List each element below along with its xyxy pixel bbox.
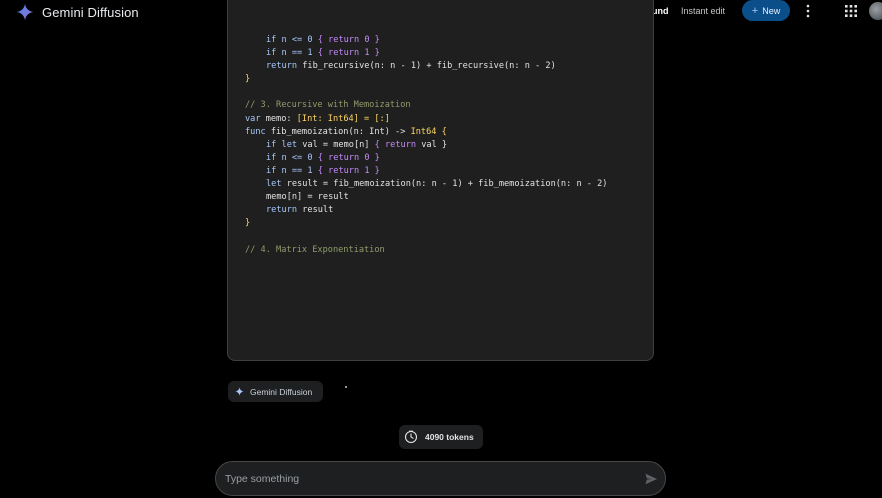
code-token: // 3. Recursive with Memoization [245, 100, 411, 111]
code-token: { return 1 } [317, 165, 380, 176]
nav-instant-edit[interactable]: Instant edit [681, 6, 725, 16]
plus-icon: + [751, 4, 759, 17]
cursor-dot [345, 386, 347, 388]
code-token: fib_memoization(n: Int) -> [270, 126, 411, 137]
code-block: if n <= 0 { return 0 } if n == 1 { return… [245, 34, 607, 257]
code-token: var [245, 113, 266, 124]
code-line: return result [245, 204, 607, 217]
new-button-label: New [762, 5, 781, 16]
code-token: result = fib_memoization(n: n - 1) + fib… [286, 179, 608, 190]
code-token: val = memo[n] [302, 139, 375, 150]
code-token: result [302, 205, 334, 216]
gemini-sparkle-icon [235, 387, 244, 396]
token-count-label: 4090 tokens [425, 432, 474, 442]
code-line: // 3. Recursive with Memoization [245, 99, 607, 112]
model-chip-label: Gemini Diffusion [250, 386, 313, 397]
code-line: // 4. Matrix Exponentiation [245, 244, 607, 257]
code-output-panel: if n <= 0 { return 0 } if n == 1 { return… [227, 0, 654, 361]
code-token: let [266, 179, 287, 190]
timer-icon [404, 430, 418, 444]
code-token: func [245, 126, 271, 137]
apps-grid-icon[interactable] [845, 5, 857, 17]
code-token: { return 1 } [317, 48, 380, 59]
new-button[interactable]: + New [742, 0, 790, 21]
code-line: if let val = memo[n] { return val } [245, 139, 607, 152]
code-token: { return 0 } [317, 152, 380, 163]
avatar[interactable] [869, 2, 882, 20]
code-line: if n <= 0 { return 0 } [245, 34, 607, 47]
code-token: if n <= 0 [266, 152, 318, 163]
code-line: return fib_recursive(n: n - 1) + fib_rec… [245, 60, 607, 73]
app-title: Gemini Diffusion [42, 4, 139, 20]
code-token: } [245, 74, 251, 85]
code-token: if n == 1 [266, 48, 318, 59]
code-line: if n <= 0 { return 0 } [245, 152, 607, 165]
code-line: memo[n] = result [245, 191, 607, 204]
code-token: val } [421, 139, 448, 150]
code-token: memo[n] = result [266, 192, 349, 203]
code-line: var memo: [Int: Int64] = [:] [245, 113, 607, 126]
code-token: memo: [265, 113, 297, 124]
code-token: if n == 1 [266, 165, 318, 176]
code-line: } [245, 217, 607, 230]
code-token: { return 0 } [317, 35, 380, 45]
code-token: { return [374, 139, 422, 150]
code-line: } [245, 73, 607, 86]
code-token: if n <= 0 [266, 35, 318, 45]
prompt-input[interactable] [225, 471, 625, 487]
code-line: if n == 1 { return 1 } [245, 165, 607, 178]
code-line: func fib_memoization(n: Int) -> Int64 { [245, 126, 607, 139]
code-token: return [266, 61, 303, 72]
code-token: Int64 { [410, 126, 447, 137]
code-token: [Int: Int64] = [:] [296, 113, 390, 124]
code-token: fib_recursive(n: n - 1) + fib_recursive(… [302, 61, 556, 72]
more-vert-icon[interactable] [803, 4, 813, 18]
code-token: if let [266, 139, 303, 150]
gemini-sparkle-icon [16, 3, 34, 21]
token-count-badge: 4090 tokens [399, 425, 483, 449]
code-line: if n == 1 { return 1 } [245, 47, 607, 60]
code-token: } [245, 218, 251, 229]
code-token: // 4. Matrix Exponentiation [245, 244, 385, 255]
brand[interactable]: Gemini Diffusion [16, 3, 139, 21]
code-line: let result = fib_memoization(n: n - 1) +… [245, 178, 607, 191]
code-token: return [266, 205, 303, 216]
prompt-input-bar [215, 461, 666, 496]
model-chip[interactable]: Gemini Diffusion [228, 381, 323, 402]
send-icon[interactable] [644, 472, 658, 486]
